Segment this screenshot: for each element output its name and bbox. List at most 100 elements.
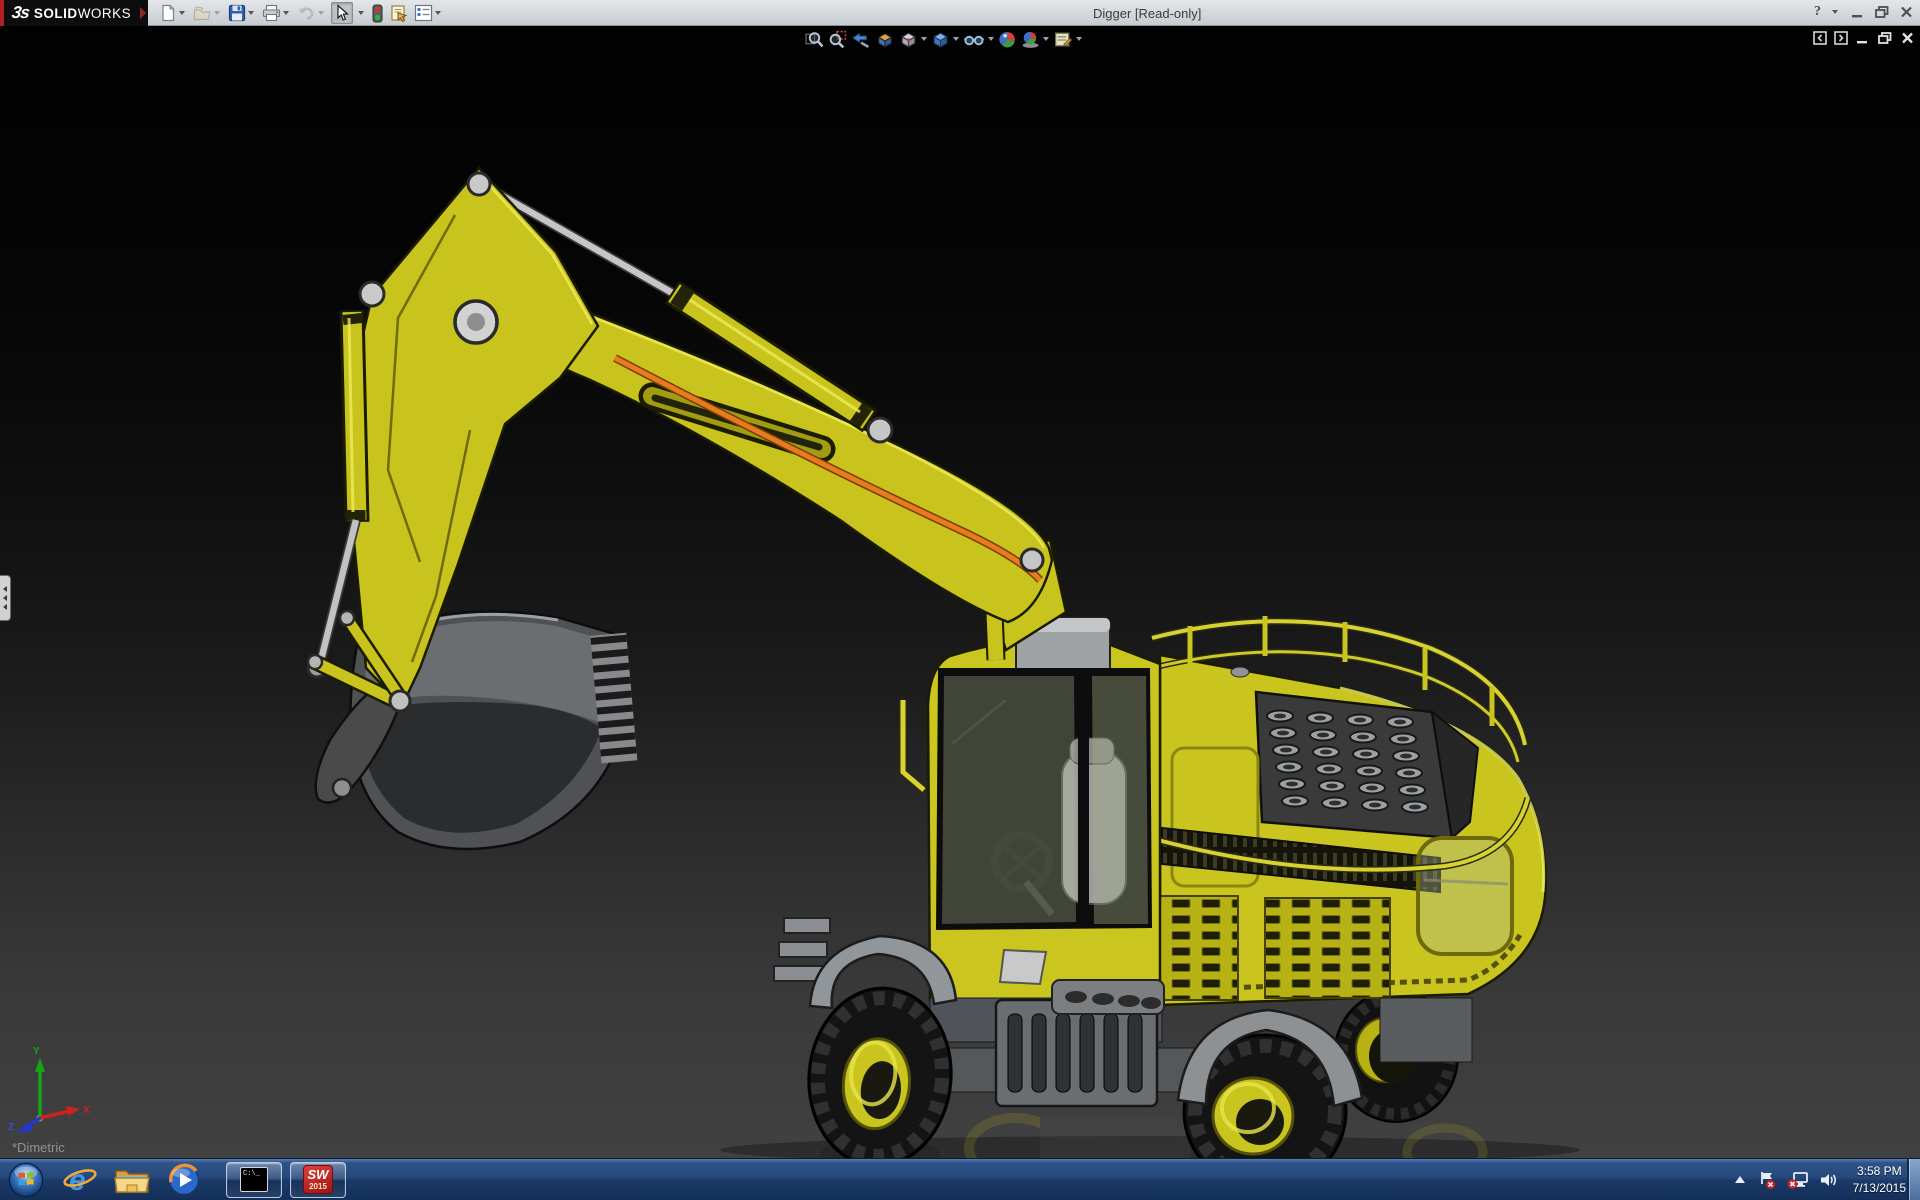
- menu-expand-arrow-icon[interactable]: [140, 7, 146, 19]
- file-properties-button[interactable]: [388, 2, 410, 24]
- dropdown-caret[interactable]: [214, 11, 220, 15]
- previous-view-icon: [852, 32, 870, 48]
- print-button[interactable]: [261, 2, 293, 24]
- options-icon: [414, 4, 433, 22]
- zoom-to-area-icon: [829, 30, 847, 48]
- view-orientation-label: *Dimetric: [12, 1140, 65, 1155]
- media-player-button[interactable]: [164, 1160, 204, 1200]
- bucket-pin: [388, 689, 412, 713]
- save-button[interactable]: [227, 2, 258, 24]
- edit-appearance-icon: [999, 31, 1015, 47]
- cab-step-decal: [998, 948, 1048, 986]
- command-prompt-icon: C:\_: [240, 1167, 268, 1192]
- internet-explorer-icon: e: [63, 1164, 97, 1197]
- windshield-glass[interactable]: [942, 676, 1076, 924]
- windows-start-icon: [8, 1162, 44, 1197]
- edit-appearance-button[interactable]: [997, 29, 1018, 49]
- dropdown-caret[interactable]: [318, 11, 324, 15]
- folder-icon: [114, 1169, 150, 1193]
- solidworks-logo-mark: 3s: [10, 3, 31, 22]
- dropdown-caret[interactable]: [435, 11, 441, 15]
- boom[interactable]: [514, 293, 1068, 661]
- engine-grille[interactable]: [1254, 690, 1480, 840]
- section-view-icon: [877, 32, 893, 48]
- bucket-cylinder-rod: [316, 519, 360, 665]
- panel-toggle-left-icon[interactable]: [1813, 31, 1827, 45]
- document-minimize-button[interactable]: [1855, 31, 1870, 45]
- left-pin: [358, 280, 386, 308]
- view-orientation-button[interactable]: [898, 29, 928, 49]
- media-player-icon: [168, 1163, 200, 1195]
- previous-view-button[interactable]: [850, 29, 872, 49]
- dropdown-caret[interactable]: [248, 11, 254, 15]
- cab[interactable]: [899, 617, 1162, 1002]
- dropdown-caret[interactable]: [1043, 37, 1049, 41]
- boom-foot-pin: [1019, 547, 1045, 573]
- dropdown-caret[interactable]: [953, 37, 959, 41]
- zoom-to-fit-button[interactable]: [804, 29, 825, 49]
- boom-lift-cylinder-barrel: [986, 611, 1004, 661]
- door-glass[interactable]: [1092, 676, 1148, 924]
- document-restore-button[interactable]: [1877, 31, 1893, 45]
- open-document-button[interactable]: [192, 2, 224, 24]
- options-button[interactable]: [413, 2, 445, 24]
- excavator-model[interactable]: Y X Z: [0, 26, 1920, 1158]
- dropdown-caret[interactable]: [988, 37, 994, 41]
- hide-show-items-button[interactable]: [962, 29, 995, 49]
- taskbar-clock[interactable]: 3:58 PM 7/13/2015: [1853, 1163, 1906, 1198]
- restore-button[interactable]: [1874, 5, 1890, 19]
- dropdown-caret[interactable]: [179, 11, 185, 15]
- display-style-icon: [933, 32, 948, 48]
- rebuild-traffic-light-icon: [372, 4, 383, 22]
- close-button[interactable]: [1899, 5, 1914, 19]
- solidworks-2015-icon: SW 2015: [303, 1165, 333, 1194]
- file-properties-icon: [391, 4, 408, 22]
- solidworks-logo[interactable]: 3s SOLIDWORKS: [0, 0, 148, 26]
- volume-icon[interactable]: [1819, 1170, 1839, 1190]
- feature-manager-collapsed-tab[interactable]: [0, 575, 11, 621]
- help-button[interactable]: ?: [1814, 4, 1821, 20]
- start-button[interactable]: [6, 1160, 46, 1200]
- windows-explorer-button[interactable]: [112, 1160, 152, 1200]
- rebuild-button[interactable]: [370, 2, 385, 24]
- document-title: Digger [Read-only]: [1093, 6, 1202, 21]
- new-document-button[interactable]: [158, 2, 189, 24]
- undo-icon: [299, 7, 314, 20]
- undo-button[interactable]: [296, 2, 328, 24]
- apply-scene-button[interactable]: [1020, 29, 1050, 49]
- show-desktop-button[interactable]: [1907, 1159, 1920, 1200]
- help-dropdown-caret[interactable]: [1832, 10, 1838, 14]
- section-view-button[interactable]: [874, 29, 896, 49]
- svg-text:e: e: [69, 1164, 86, 1197]
- dropdown-caret[interactable]: [921, 37, 927, 41]
- select-button[interactable]: [331, 2, 353, 24]
- graphics-viewport[interactable]: Y X Z *Dimetric: [0, 26, 1920, 1158]
- app-window-controls: ?: [1814, 4, 1914, 20]
- network-disconnected-icon[interactable]: [1787, 1170, 1809, 1190]
- display-style-button[interactable]: [930, 29, 960, 49]
- command-prompt-button[interactable]: C:\_: [226, 1161, 282, 1198]
- document-close-button[interactable]: [1900, 31, 1915, 45]
- solidworks-taskbar-button[interactable]: SW 2015: [290, 1161, 346, 1198]
- dropdown-caret[interactable]: [1076, 37, 1082, 41]
- document-window-controls: [1813, 31, 1915, 45]
- clock-time: 3:58 PM: [1856, 1163, 1902, 1178]
- standard-toolbar: [158, 1, 445, 25]
- side-vent-panel-right[interactable]: [1264, 897, 1391, 999]
- view-settings-button[interactable]: [1052, 29, 1083, 49]
- orientation-triad[interactable]: Y X Z: [8, 1046, 90, 1133]
- rear-window[interactable]: [1416, 836, 1514, 956]
- print-icon: [262, 4, 281, 22]
- panel-toggle-right-icon[interactable]: [1834, 31, 1848, 45]
- apply-scene-icon: [1022, 31, 1039, 48]
- show-hidden-icons-button[interactable]: [1733, 1174, 1747, 1186]
- z-axis-label: Z: [8, 1122, 14, 1133]
- minimize-button[interactable]: [1850, 5, 1865, 19]
- internet-explorer-button[interactable]: e: [60, 1160, 100, 1200]
- select-dropdown-caret[interactable]: [358, 11, 364, 15]
- logo-red-strip: [0, 0, 4, 26]
- zoom-to-area-button[interactable]: [827, 29, 848, 49]
- view-settings-icon: [1054, 32, 1073, 47]
- dropdown-caret[interactable]: [283, 11, 289, 15]
- action-center-flag-icon[interactable]: [1757, 1170, 1777, 1190]
